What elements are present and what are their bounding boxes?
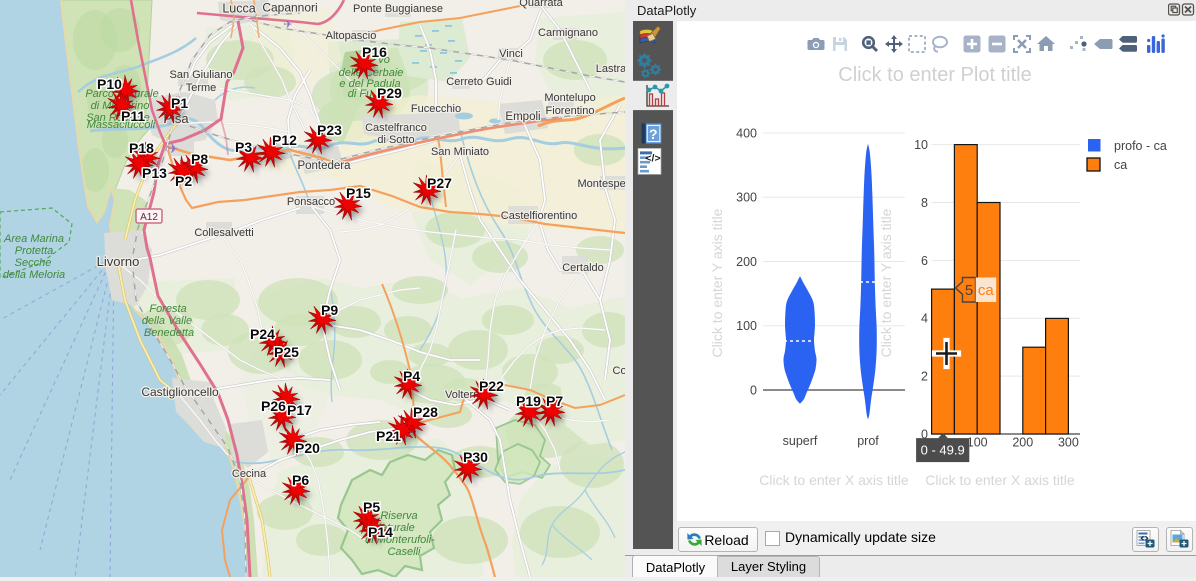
svg-text:Altopascio: Altopascio: [326, 30, 377, 42]
svg-text:2: 2: [921, 370, 928, 384]
svg-text:Certaldo: Certaldo: [562, 262, 604, 274]
svg-text:P23: P23: [317, 122, 342, 138]
svg-text:ca: ca: [978, 282, 995, 299]
svg-text:Area Marina: Area Marina: [3, 233, 64, 245]
svg-text:P6: P6: [292, 472, 309, 488]
svg-text:Vinci: Vinci: [499, 48, 523, 60]
svg-text:P7: P7: [546, 393, 563, 409]
svg-text:100: 100: [736, 319, 757, 333]
svg-text:Montelupo: Montelupo: [544, 92, 595, 104]
svg-text:Quarrata: Quarrata: [519, 0, 563, 9]
svg-text:San Giuliano: San Giuliano: [170, 69, 233, 81]
svg-text:Cecina: Cecina: [232, 468, 267, 480]
svg-text:superf: superf: [783, 434, 818, 448]
svg-text:Pontedera: Pontedera: [297, 160, 351, 172]
svg-text:300: 300: [1058, 436, 1079, 450]
svg-text:P30: P30: [463, 449, 488, 465]
svg-text:Click to enter X axis title: Click to enter X axis title: [759, 472, 909, 488]
svg-text:?: ?: [649, 126, 658, 142]
svg-text:10: 10: [914, 138, 928, 152]
svg-text:P3: P3: [235, 139, 252, 155]
svg-text:300: 300: [736, 191, 757, 205]
svg-text:Cerreto Guidi: Cerreto Guidi: [446, 76, 511, 88]
svg-text:di Sotto: di Sotto: [377, 134, 414, 146]
svg-text:P25: P25: [274, 344, 299, 360]
svg-text:profo - ca: profo - ca: [1114, 139, 1167, 153]
svg-text:Foresta: Foresta: [149, 303, 186, 315]
svg-text:Click to enter Y axis title: Click to enter Y axis title: [878, 208, 894, 357]
svg-text:P27: P27: [427, 175, 452, 191]
svg-text:A12: A12: [140, 212, 158, 223]
svg-text:P1: P1: [171, 95, 188, 111]
svg-text:Castelfiorentino: Castelfiorentino: [501, 210, 577, 222]
svg-text:P4: P4: [403, 368, 420, 384]
svg-text:P24: P24: [250, 326, 275, 342]
svg-text:P13: P13: [142, 165, 167, 181]
svg-text:P29: P29: [377, 85, 402, 101]
svg-text:Click to enter X axis title: Click to enter X axis title: [925, 472, 1075, 488]
svg-text:P21: P21: [376, 428, 401, 444]
svg-text:P20: P20: [295, 440, 320, 456]
svg-text:San Miniato: San Miniato: [431, 146, 489, 158]
svg-text:P16: P16: [362, 44, 387, 60]
svg-text:ca: ca: [1114, 158, 1127, 172]
svg-text:P12: P12: [272, 132, 297, 148]
svg-text:Protetta: Protetta: [15, 245, 54, 257]
svg-text:P5: P5: [363, 499, 380, 515]
svg-text:Carmignano: Carmignano: [538, 27, 598, 39]
svg-text:Benedetta: Benedetta: [144, 327, 194, 339]
svg-text:Collesalvetti: Collesalvetti: [194, 227, 253, 239]
svg-text:Coll: Coll: [613, 365, 625, 377]
svg-text:Secche: Secche: [15, 257, 52, 269]
svg-text:✈: ✈: [168, 141, 179, 156]
svg-text:prof: prof: [857, 434, 879, 448]
svg-text:Click to enter Y axis title: Click to enter Y axis title: [709, 208, 725, 357]
svg-text:P9: P9: [321, 302, 338, 318]
svg-text:Ponte Buggianese: Ponte Buggianese: [353, 3, 443, 15]
svg-text:P14: P14: [368, 524, 393, 540]
svg-text:Montespert: Montespert: [577, 178, 625, 190]
svg-text:4: 4: [921, 312, 928, 326]
svg-text:Empoli: Empoli: [505, 111, 540, 123]
svg-text:P8: P8: [191, 151, 208, 167]
svg-text:Click to enter Plot title: Click to enter Plot title: [838, 64, 1031, 86]
svg-text:Caselli: Caselli: [387, 546, 421, 558]
svg-text:200: 200: [736, 255, 757, 269]
svg-text:Terme: Terme: [186, 82, 217, 94]
svg-text:0 - 49.9: 0 - 49.9: [921, 443, 965, 458]
svg-text:P22: P22: [479, 378, 504, 394]
svg-text:Riserva: Riserva: [380, 510, 417, 522]
svg-text:100: 100: [967, 436, 988, 450]
svg-text:Fucecchio: Fucecchio: [411, 103, 461, 115]
svg-text:400: 400: [736, 127, 757, 141]
svg-text:Livorno: Livorno: [97, 254, 140, 269]
svg-text:P11: P11: [121, 108, 145, 124]
svg-text:Lastra: Lastra: [596, 63, 625, 75]
svg-text:Fiorentino: Fiorentino: [546, 105, 595, 117]
svg-text:Ponsacco: Ponsacco: [287, 196, 335, 208]
svg-text:P26: P26: [261, 398, 286, 414]
svg-text:6: 6: [921, 254, 928, 268]
svg-text:</>: </>: [645, 152, 660, 164]
svg-text:P28: P28: [413, 404, 438, 420]
svg-text:200: 200: [1012, 436, 1033, 450]
svg-text:Castelfranco: Castelfranco: [365, 122, 427, 134]
svg-text:della Meloria: della Meloria: [3, 269, 65, 281]
svg-text:Castiglioncello: Castiglioncello: [141, 385, 219, 399]
svg-text:0: 0: [750, 384, 757, 398]
svg-text:P2: P2: [175, 173, 192, 189]
svg-text:P15: P15: [346, 185, 371, 201]
svg-text:5: 5: [965, 282, 973, 299]
svg-text:P19: P19: [516, 393, 541, 409]
svg-text:della Valle: della Valle: [142, 315, 192, 327]
svg-text:8: 8: [921, 196, 928, 210]
svg-text:P10: P10: [97, 76, 122, 92]
svg-text:Capannori: Capannori: [262, 1, 317, 15]
svg-text:P18: P18: [129, 140, 154, 156]
svg-text:P17: P17: [287, 402, 312, 418]
svg-text:Lucca: Lucca: [222, 2, 255, 16]
